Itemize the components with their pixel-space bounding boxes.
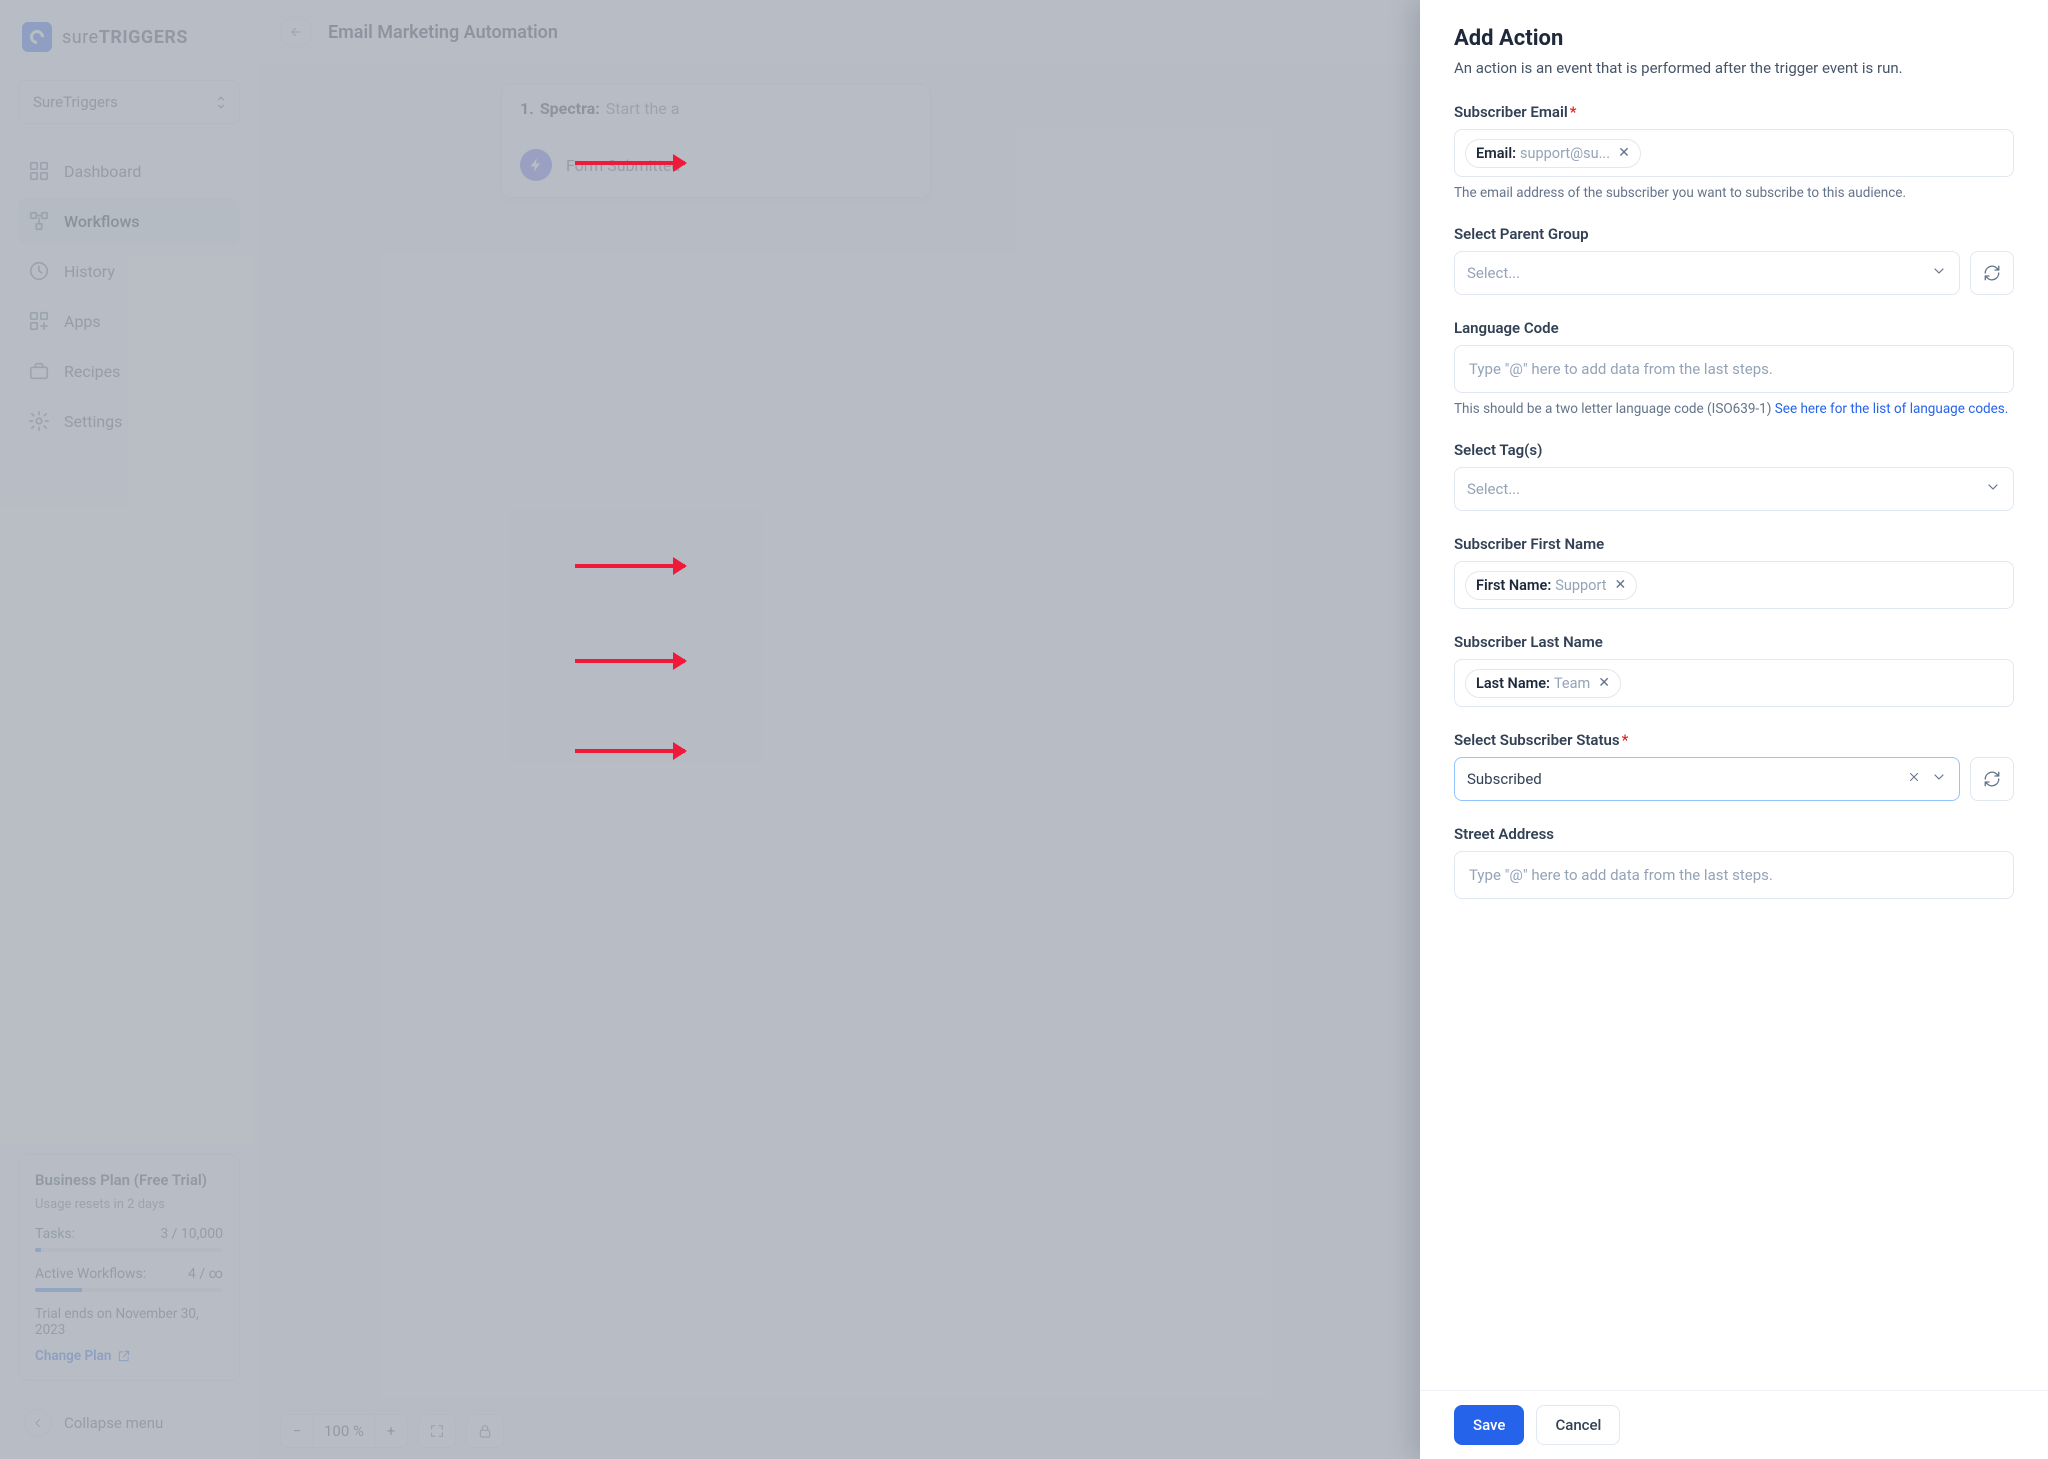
pill-remove-icon[interactable]: ✕ [1598, 675, 1610, 691]
field-subscriber-email: Subscriber Email* Email: support@su... ✕… [1454, 103, 2014, 201]
panel-footer: Save Cancel [1420, 1390, 2048, 1459]
action-panel: Add Action An action is an event that is… [1420, 0, 2048, 1459]
chevron-down-icon [1931, 263, 1947, 283]
refresh-status-button[interactable] [1970, 757, 2014, 801]
field-last-name: Subscriber Last Name Last Name: Team ✕ [1454, 633, 2014, 707]
panel-title: Add Action [1454, 26, 2014, 51]
input-language-code-text[interactable] [1465, 354, 2003, 384]
language-codes-link[interactable]: See here for the list of language codes. [1775, 401, 2009, 417]
pill-remove-icon[interactable]: ✕ [1614, 577, 1626, 593]
chevron-down-icon [1985, 479, 2001, 499]
select-subscriber-status[interactable]: Subscribed [1454, 757, 1960, 801]
pill-remove-icon[interactable]: ✕ [1618, 145, 1630, 161]
label-parent-group: Select Parent Group [1454, 225, 2014, 243]
pill-email[interactable]: Email: support@su... ✕ [1465, 139, 1641, 168]
panel-subtitle: An action is an event that is performed … [1454, 59, 2014, 77]
refresh-parent-group-button[interactable] [1970, 251, 2014, 295]
overlay[interactable] [0, 0, 1420, 1459]
label-tags: Select Tag(s) [1454, 441, 2014, 459]
field-first-name: Subscriber First Name First Name: Suppor… [1454, 535, 2014, 609]
label-subscriber-status: Select Subscriber Status* [1454, 731, 2014, 749]
pill-first-name[interactable]: First Name: Support ✕ [1465, 571, 1637, 600]
annotation-arrow [575, 564, 685, 568]
save-button[interactable]: Save [1454, 1405, 1524, 1445]
cancel-button[interactable]: Cancel [1536, 1405, 1620, 1445]
input-language-code[interactable] [1454, 345, 2014, 393]
label-language-code: Language Code [1454, 319, 2014, 337]
select-tags[interactable]: Select... [1454, 467, 2014, 511]
field-language-code: Language Code This should be a two lette… [1454, 319, 2014, 417]
annotation-arrow [575, 161, 685, 165]
input-subscriber-email-text[interactable] [1647, 138, 2003, 168]
input-street-text[interactable] [1465, 860, 2003, 890]
field-subscriber-status: Select Subscriber Status* Subscribed [1454, 731, 2014, 801]
field-street: Street Address [1454, 825, 2014, 899]
annotation-arrow [575, 749, 685, 753]
input-street[interactable] [1454, 851, 2014, 899]
clear-icon[interactable] [1907, 770, 1921, 788]
pill-last-name[interactable]: Last Name: Team ✕ [1465, 669, 1621, 698]
label-subscriber-email: Subscriber Email* [1454, 103, 2014, 121]
chevron-down-icon [1931, 769, 1947, 789]
helper-email: The email address of the subscriber you … [1454, 185, 2014, 201]
input-subscriber-email[interactable]: Email: support@su... ✕ [1454, 129, 2014, 177]
select-parent-group[interactable]: Select... [1454, 251, 1960, 295]
input-last-name[interactable]: Last Name: Team ✕ [1454, 659, 2014, 707]
input-first-name[interactable]: First Name: Support ✕ [1454, 561, 2014, 609]
field-parent-group: Select Parent Group Select... [1454, 225, 2014, 295]
field-tags: Select Tag(s) Select... [1454, 441, 2014, 511]
label-street: Street Address [1454, 825, 2014, 843]
input-first-name-text[interactable] [1643, 570, 2003, 600]
label-first-name: Subscriber First Name [1454, 535, 2014, 553]
annotation-arrow [575, 659, 685, 663]
label-last-name: Subscriber Last Name [1454, 633, 2014, 651]
input-last-name-text[interactable] [1627, 668, 2003, 698]
helper-language-code: This should be a two letter language cod… [1454, 401, 2014, 417]
